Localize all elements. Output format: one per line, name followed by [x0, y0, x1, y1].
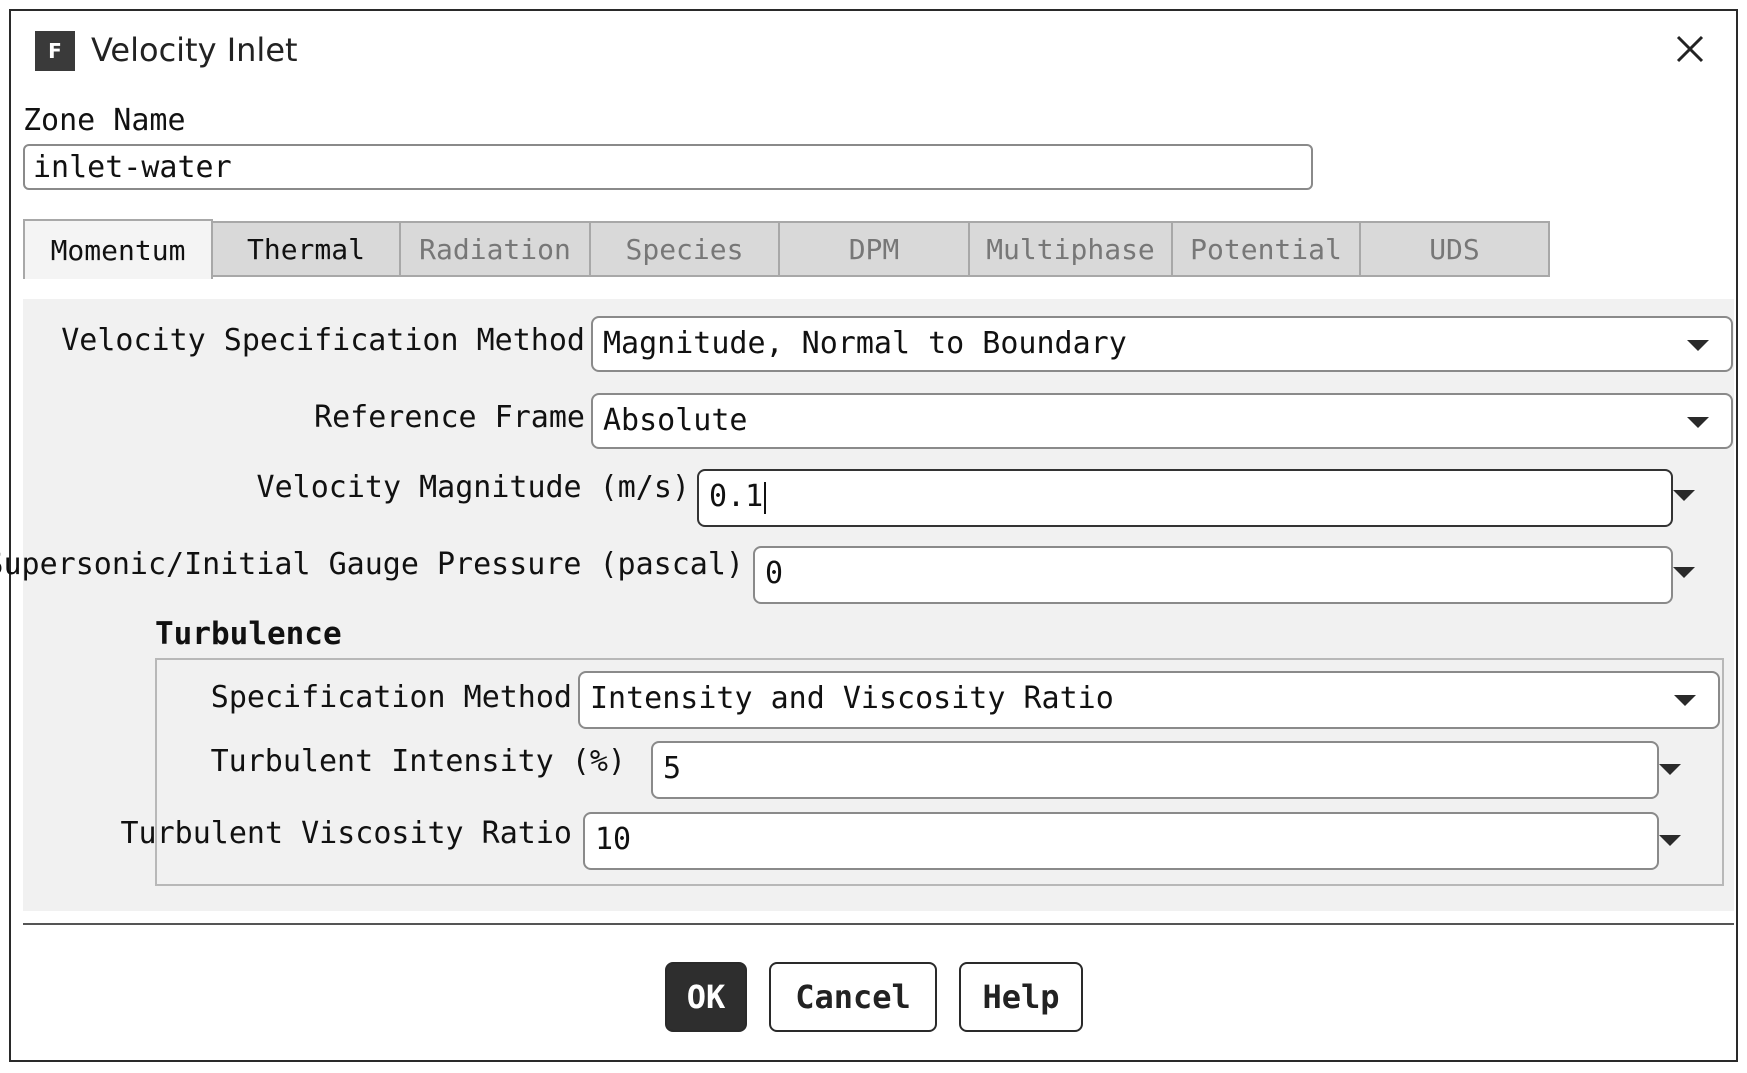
viscosity-ratio-profile-chevron-icon[interactable] — [1659, 835, 1681, 846]
tab-momentum[interactable]: Momentum — [23, 219, 213, 279]
velocity-magnitude-label: Velocity Magnitude (m/s) — [256, 470, 690, 505]
cancel-button[interactable]: Cancel — [769, 962, 937, 1032]
zone-name-label: Zone Name — [23, 103, 186, 138]
reference-frame-value: Absolute — [603, 403, 748, 438]
tab-radiation[interactable]: Radiation — [401, 221, 591, 277]
tab-uds[interactable]: UDS — [1361, 221, 1550, 277]
close-icon[interactable] — [1670, 29, 1710, 69]
ok-button[interactable]: OK — [665, 962, 747, 1032]
title-bar: F Velocity Inlet — [11, 11, 1736, 91]
turbulence-spec-method-value: Intensity and Viscosity Ratio — [590, 681, 1114, 716]
turbulent-intensity-label: Turbulent Intensity (%) — [210, 744, 626, 779]
reference-frame-label: Reference Frame — [314, 400, 585, 435]
footer-divider — [23, 923, 1734, 925]
turbulence-spec-method-select[interactable]: Intensity and Viscosity Ratio — [578, 671, 1720, 729]
tab-dpm[interactable]: DPM — [780, 221, 970, 277]
velocity-magnitude-profile-chevron-icon[interactable] — [1673, 490, 1695, 501]
text-caret — [764, 481, 767, 514]
window-title: Velocity Inlet — [91, 31, 298, 69]
reference-frame-select[interactable]: Absolute — [591, 393, 1733, 449]
tab-thermal[interactable]: Thermal — [213, 221, 401, 277]
viscosity-ratio-value: 10 — [595, 822, 632, 857]
velocity-spec-select[interactable]: Magnitude, Normal to Boundary — [591, 316, 1733, 372]
gauge-pressure-input[interactable]: 0 — [753, 546, 1673, 604]
turbulence-group-title: Turbulence — [155, 616, 342, 652]
chevron-down-icon — [1674, 695, 1696, 706]
tab-potential[interactable]: Potential — [1173, 221, 1361, 277]
velocity-spec-value: Magnitude, Normal to Boundary — [603, 326, 1127, 361]
gauge-pressure-value: 0 — [765, 556, 784, 591]
velocity-magnitude-input[interactable]: 0.1 — [697, 469, 1673, 527]
velocity-magnitude-value: 0.1 — [709, 471, 767, 523]
gauge-pressure-label: Supersonic/Initial Gauge Pressure (pasca… — [0, 547, 744, 582]
fluent-app-icon: F — [35, 31, 75, 71]
viscosity-ratio-label: Turbulent Viscosity Ratio — [120, 816, 572, 851]
chevron-down-icon — [1687, 340, 1709, 351]
chevron-down-icon — [1687, 417, 1709, 428]
gauge-pressure-profile-chevron-icon[interactable] — [1673, 567, 1695, 578]
tab-bar: Momentum Thermal Radiation Species DPM M… — [23, 219, 1734, 279]
viscosity-ratio-input[interactable]: 10 — [583, 812, 1659, 870]
turbulence-spec-method-label: Specification Method — [210, 680, 572, 715]
turbulent-intensity-input[interactable]: 5 — [651, 741, 1659, 799]
tab-multiphase[interactable]: Multiphase — [970, 221, 1173, 277]
help-button[interactable]: Help — [959, 962, 1083, 1032]
turbulent-intensity-value: 5 — [663, 751, 682, 786]
velocity-spec-label: Velocity Specification Method — [61, 323, 585, 358]
turbulent-intensity-profile-chevron-icon[interactable] — [1659, 764, 1681, 775]
tab-species[interactable]: Species — [591, 221, 780, 277]
zone-name-input[interactable] — [23, 144, 1313, 190]
app-icon-letter: F — [48, 39, 62, 63]
velocity-inlet-dialog: F Velocity Inlet Zone Name Momentum Ther… — [0, 9, 1738, 1062]
